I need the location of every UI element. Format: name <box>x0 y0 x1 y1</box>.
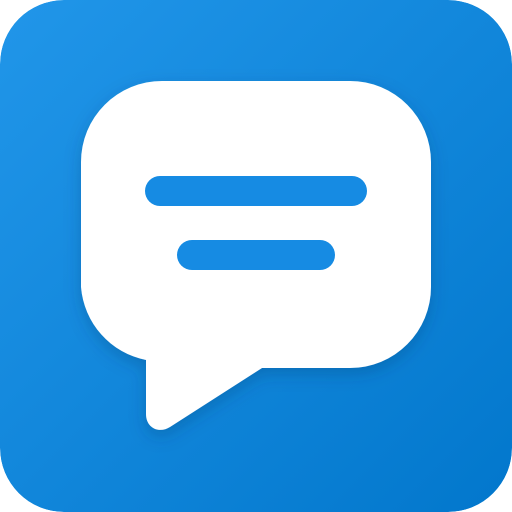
app-icon-graphic <box>0 0 512 512</box>
app-icon[interactable] <box>0 0 512 512</box>
